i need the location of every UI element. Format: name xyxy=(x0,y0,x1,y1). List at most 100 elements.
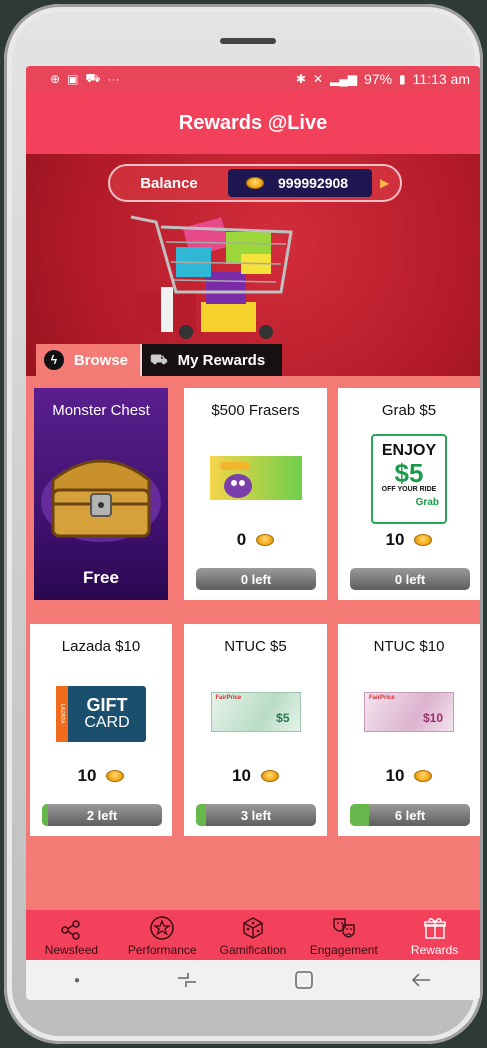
card-title: $500 Frasers xyxy=(211,402,300,419)
grab-line3: OFF YOUR RIDE xyxy=(381,486,437,493)
reward-card-ntuc-10[interactable]: NTUC $10 FairPrice $10 10 6 left xyxy=(338,624,480,836)
arrow-right-icon[interactable]: ▶ xyxy=(380,176,389,190)
dot-icon[interactable]: ● xyxy=(74,975,80,986)
ntuc-amount: $5 xyxy=(276,711,290,725)
nav-engagement-label: Engagement xyxy=(309,943,378,957)
status-right: ✱ ✕ ▂▄▆ 97% ▮ 11:13 am xyxy=(296,71,470,87)
app-bar: Rewards @Live xyxy=(26,92,480,154)
signal-icon: ▂▄▆ xyxy=(330,72,358,86)
nav-performance-label: Performance xyxy=(127,943,197,957)
price: 10 xyxy=(338,530,480,550)
coin-icon xyxy=(414,534,433,546)
reward-card-monster-chest[interactable]: Monster Chest Free xyxy=(34,388,168,600)
lazada-line2: CARD xyxy=(84,714,130,731)
stock-label: 0 left xyxy=(240,571,272,587)
tab-my-rewards-label: My Rewards xyxy=(177,351,266,369)
phone-speaker xyxy=(220,38,276,44)
reward-card-ntuc-5[interactable]: NTUC $5 FairPrice $5 10 3 left xyxy=(184,624,327,836)
nav-performance[interactable]: Performance xyxy=(117,910,208,960)
frasers-voucher-image xyxy=(184,456,327,500)
balance-value-box: 999992908 xyxy=(228,169,372,197)
system-nav-bar: ● xyxy=(26,960,480,1000)
coin-icon xyxy=(246,177,264,189)
more-icon: ··· xyxy=(107,72,120,86)
nav-rewards[interactable]: Rewards xyxy=(389,910,480,960)
nav-engagement[interactable]: Engagement xyxy=(298,910,389,960)
masks-icon xyxy=(333,918,355,938)
reward-card-frasers[interactable]: $500 Frasers 0 0 left xyxy=(184,388,327,600)
sync-icon: ⊕ xyxy=(50,72,61,86)
price: 10 xyxy=(184,766,327,786)
bluetooth-icon: ✱ xyxy=(295,72,306,86)
stock-bar: 0 left xyxy=(350,568,470,590)
clock: 11:13 am xyxy=(412,71,470,87)
card-title: Monster Chest xyxy=(52,402,150,419)
free-badge: Free xyxy=(83,568,119,587)
stock-bar: 2 left xyxy=(42,804,162,826)
grab-voucher-image: ENJOY $5 OFF YOUR RIDE Grab xyxy=(338,434,480,524)
image-icon: ▣ xyxy=(67,72,79,86)
mute-icon: ✕ xyxy=(312,72,324,86)
tab-browse[interactable]: ϟ Browse xyxy=(36,344,140,376)
reward-card-lazada[interactable]: Lazada $10 LAZADA GIFT CARD 10 2 left xyxy=(30,624,172,836)
phone-frame: ⊕ ▣ ⛟ ··· ✱ ✕ ▂▄▆ 97% ▮ 11:13 am Rewards… xyxy=(4,4,483,1044)
battery-percent: 97% xyxy=(364,71,393,87)
card-title: Grab $5 xyxy=(381,402,437,419)
nav-newsfeed[interactable]: Newsfeed xyxy=(26,910,117,960)
stock-bar: 6 left xyxy=(350,804,470,826)
coin-icon xyxy=(106,770,125,782)
tab-my-rewards[interactable]: ⛟ My Rewards xyxy=(140,344,282,376)
coin-icon xyxy=(256,534,275,546)
stock-bar-fill xyxy=(350,804,370,826)
ntuc-5-voucher-image: FairPrice $5 xyxy=(184,692,327,732)
shopping-cart-illustration xyxy=(130,215,293,339)
stock-label: 2 left xyxy=(86,807,118,823)
price-value: 10 xyxy=(385,530,405,549)
reward-tabs: ϟ Browse ⛟ My Rewards xyxy=(36,344,282,376)
recents-icon[interactable] xyxy=(176,970,198,990)
lazada-brand: LAZADA xyxy=(56,686,68,742)
hero-banner: Balance 999992908 ▶ ϟ Browse ⛟ My Reward… xyxy=(26,154,480,376)
bottom-nav: Newsfeed Performance Gamification Engage… xyxy=(26,910,480,960)
price: 10 xyxy=(338,766,480,786)
battery-icon: ▮ xyxy=(399,72,406,86)
home-icon[interactable] xyxy=(294,970,314,990)
car-icon: ⛟ xyxy=(85,71,101,85)
lazada-giftcard-image: LAZADA GIFT CARD xyxy=(30,686,172,742)
gift-icon xyxy=(423,918,446,939)
stock-bar: 0 left xyxy=(196,568,316,590)
ntuc-brand: FairPrice xyxy=(369,695,395,701)
ntuc-brand: FairPrice xyxy=(215,695,242,701)
star-icon xyxy=(150,916,174,940)
page-title: Rewards @Live xyxy=(178,111,328,134)
balance-value: 999992908 xyxy=(278,175,349,191)
back-icon[interactable] xyxy=(410,970,432,990)
share-icon xyxy=(61,920,81,940)
grab-line2: $5 xyxy=(394,458,424,488)
price-value: 10 xyxy=(385,766,405,785)
price: 0 xyxy=(184,530,327,550)
nav-gamification-label: Gamification xyxy=(219,943,287,957)
reward-card-grab[interactable]: Grab $5 ENJOY $5 OFF YOUR RIDE Grab 10 0… xyxy=(338,388,480,600)
card-title: NTUC $5 xyxy=(224,638,287,655)
chest-image xyxy=(34,442,168,546)
balance-label: Balance xyxy=(140,174,198,192)
ntuc-amount: $10 xyxy=(422,711,443,725)
stock-label: 3 left xyxy=(240,807,272,823)
coin-icon xyxy=(414,770,433,782)
status-left: ⊕ ▣ ⛟ ··· xyxy=(50,71,120,87)
stock-bar-fill xyxy=(42,804,48,826)
nav-gamification[interactable]: Gamification xyxy=(208,910,299,960)
balance-pill[interactable]: Balance 999992908 ▶ xyxy=(108,164,402,202)
ntuc-10-voucher-image: FairPrice $10 xyxy=(338,692,480,732)
coin-icon xyxy=(260,770,279,782)
price-value: 10 xyxy=(232,766,251,785)
status-bar: ⊕ ▣ ⛟ ··· ✱ ✕ ▂▄▆ 97% ▮ 11:13 am xyxy=(26,66,480,92)
card-title: Lazada $10 xyxy=(61,638,141,655)
lightning-icon: ϟ xyxy=(44,350,64,370)
price-value: 10 xyxy=(77,766,97,785)
stock-bar: 3 left xyxy=(196,804,316,826)
dice-icon xyxy=(243,917,263,939)
tab-browse-label: Browse xyxy=(73,351,128,369)
grab-brand: Grab xyxy=(415,497,439,508)
